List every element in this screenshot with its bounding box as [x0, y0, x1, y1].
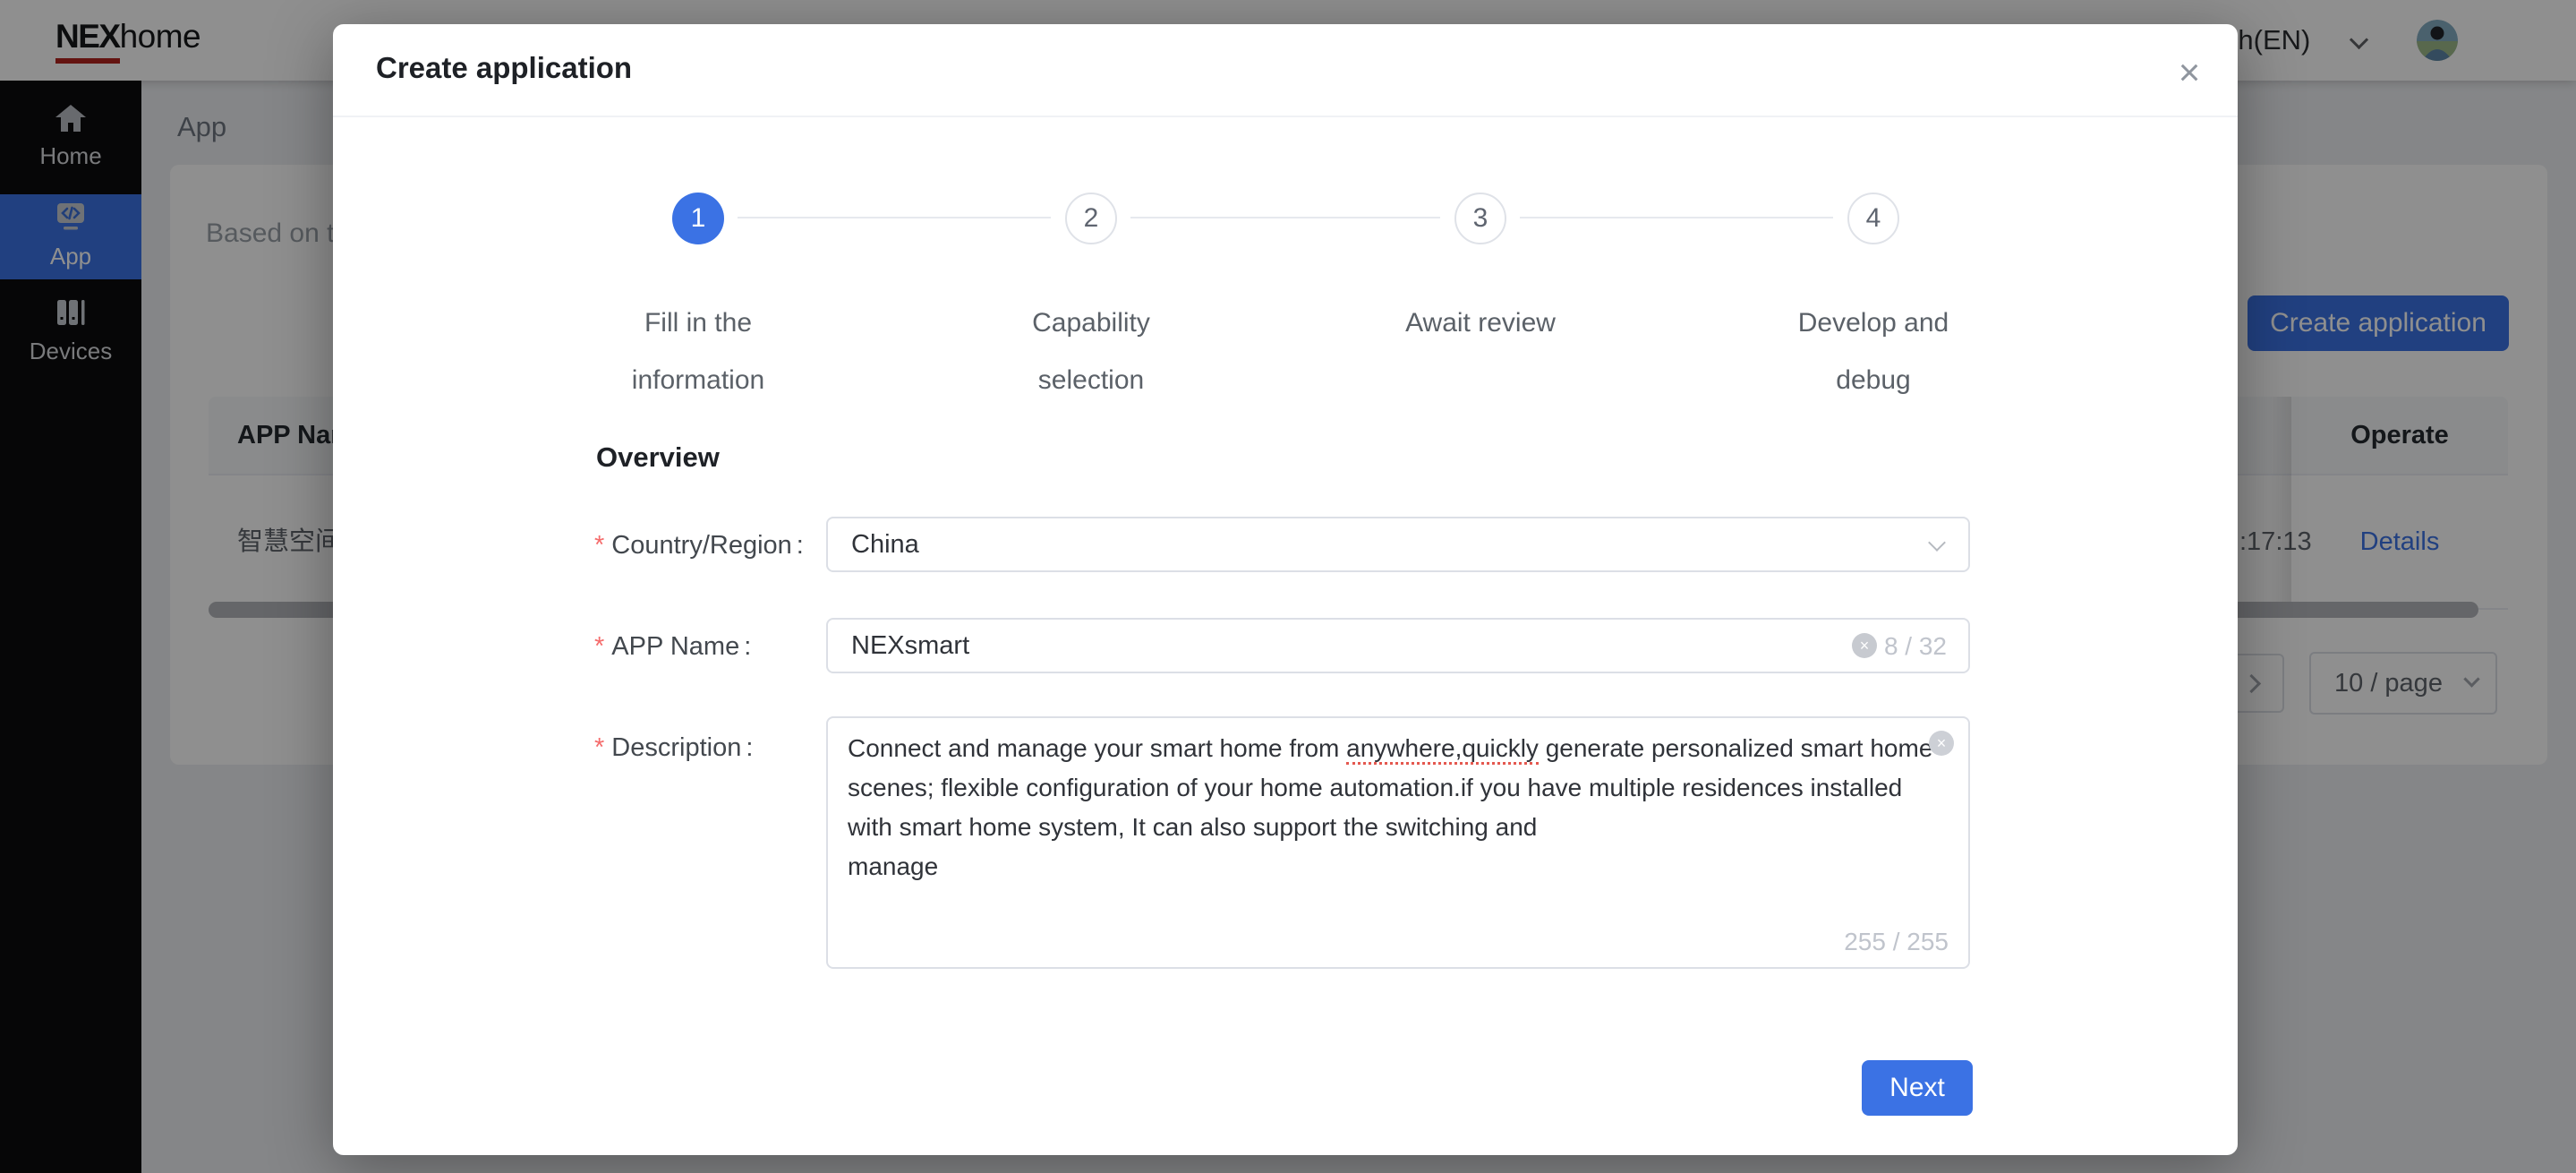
step-title-line: Develop and	[1730, 295, 2017, 352]
chevron-down-icon	[1928, 534, 1946, 552]
create-application-modal: Create application × 1 2 3 4 Fill in the…	[333, 24, 2238, 1155]
clear-input-icon[interactable]: ×	[1852, 633, 1877, 658]
step-1-circle: 1	[672, 193, 724, 244]
field-label-text: APP Name	[611, 632, 739, 661]
step-connector	[1520, 217, 1833, 218]
required-asterisk: *	[594, 632, 604, 661]
char-counter: 8 / 32	[1884, 632, 1947, 661]
application-window: NEXhome ish(EN) Home	[0, 0, 2576, 1173]
field-label-text: Description	[611, 733, 741, 762]
step-connector	[738, 217, 1051, 218]
char-counter: 255 / 255	[1844, 928, 1949, 956]
next-button[interactable]: Next	[1862, 1060, 1973, 1116]
description-textarea[interactable]: Connect and manage your smart home from …	[826, 716, 1970, 969]
step-1-title: Fill in the information	[555, 295, 841, 409]
label-colon: :	[746, 733, 753, 762]
step-2-title: Capability selection	[948, 295, 1234, 409]
step-title-line: Await review	[1337, 295, 1624, 352]
label-colon: :	[797, 531, 804, 560]
close-button[interactable]: ×	[2161, 44, 2218, 101]
app-name-input[interactable]: NEXsmart × 8 / 32	[826, 618, 1970, 673]
clear-textarea-icon[interactable]: ×	[1929, 731, 1954, 756]
required-asterisk: *	[594, 531, 604, 560]
modal-title: Create application	[376, 51, 632, 85]
step-title-line: debug	[1730, 352, 2017, 409]
overview-section-title: Overview	[596, 441, 720, 474]
description-label: *Description:	[594, 733, 753, 763]
description-text-part1: Connect and manage your smart home from	[848, 734, 1346, 762]
spellcheck-underlined-text: anywhere,quickly	[1346, 734, 1539, 765]
app-name-value: NEXsmart	[851, 620, 969, 672]
step-title-line: Capability	[948, 295, 1234, 352]
step-title-line: Fill in the	[555, 295, 841, 352]
step-2-circle: 2	[1065, 193, 1117, 244]
field-label-text: Country/Region	[611, 531, 792, 560]
country-region-label: *Country/Region:	[594, 531, 804, 561]
step-title-line: selection	[948, 352, 1234, 409]
required-asterisk: *	[594, 733, 604, 762]
app-name-label: *APP Name:	[594, 632, 751, 662]
label-colon: :	[744, 632, 751, 661]
step-3-circle: 3	[1454, 193, 1506, 244]
modal-header: Create application ×	[333, 24, 2238, 117]
step-title-line: information	[555, 352, 841, 409]
step-connector	[1130, 217, 1440, 218]
close-icon: ×	[2179, 51, 2201, 94]
country-region-select[interactable]: China	[826, 517, 1970, 572]
step-4-title: Develop and debug	[1730, 295, 2017, 409]
description-text: Connect and manage your smart home from …	[848, 729, 1950, 886]
country-region-value: China	[851, 518, 919, 570]
step-3-title: Await review	[1337, 295, 1624, 352]
step-4-circle: 4	[1847, 193, 1899, 244]
